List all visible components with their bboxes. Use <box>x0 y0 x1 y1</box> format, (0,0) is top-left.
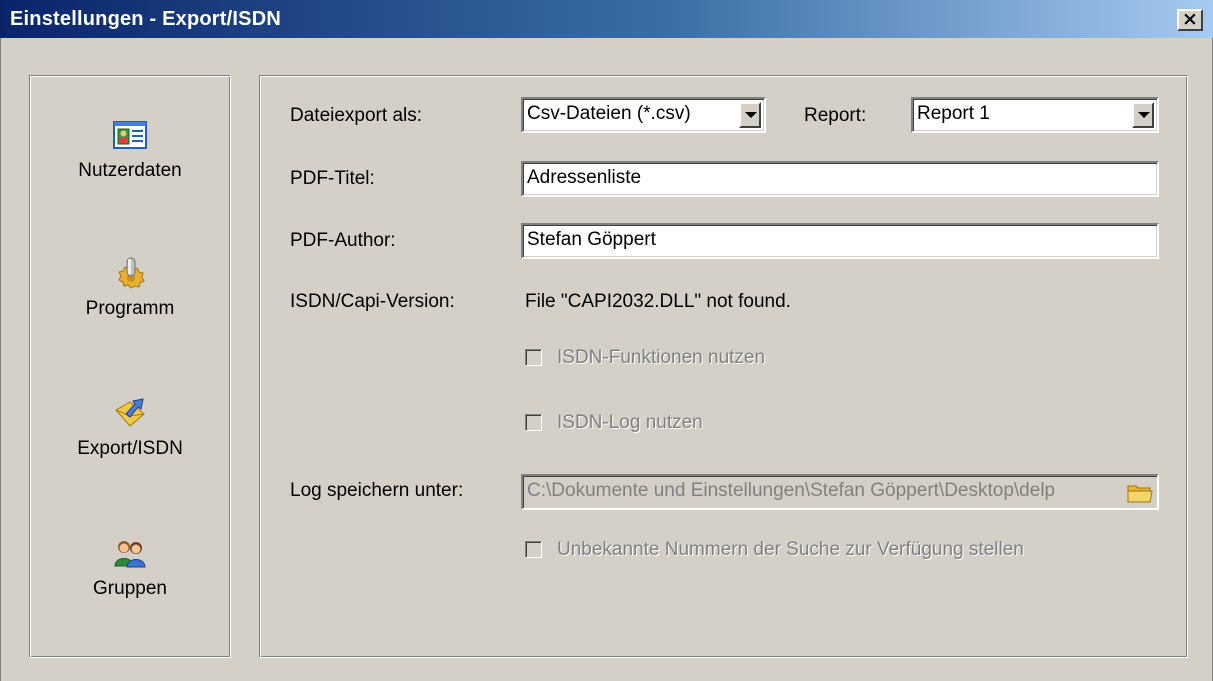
isdn-functions-label: ISDN-Funktionen nutzen <box>557 347 766 368</box>
log-path-label: Log speichern unter: <box>290 480 464 501</box>
isdn-log-checkbox[interactable] <box>525 414 542 431</box>
close-icon: × <box>1182 8 1198 30</box>
id-card-icon <box>113 121 147 149</box>
report-value: Report 1 <box>917 103 990 124</box>
nav-item-gruppen[interactable]: Gruppen <box>30 536 230 600</box>
export-format-select[interactable]: Csv-Dateien (*.csv) <box>521 97 766 133</box>
pdf-title-input[interactable]: Adressenliste <box>521 161 1159 197</box>
unknown-numbers-label: Unbekannte Nummern der Suche zur Verfügu… <box>557 539 1024 560</box>
group-icon <box>114 541 146 568</box>
pdf-title-label: PDF-Titel: <box>290 168 375 189</box>
pdf-author-value: Stefan Göppert <box>527 229 656 250</box>
nav-panel: Nutzerdaten Programm Export/ISDN Gruppen <box>29 75 231 658</box>
log-path-value: C:\Dokumente und Einstellungen\Stefan Gö… <box>527 480 1056 501</box>
pdf-title-value: Adressenliste <box>527 167 642 188</box>
export-icon <box>115 398 145 427</box>
close-button[interactable]: × <box>1177 9 1203 31</box>
nav-item-label: Programm <box>85 298 175 319</box>
pdf-author-label: PDF-Author: <box>290 230 396 251</box>
isdn-version-label: ISDN/Capi-Version: <box>290 291 455 312</box>
gear-icon <box>118 257 145 289</box>
title-bar[interactable]: Einstellungen - Export/ISDN × <box>0 0 1213 38</box>
nav-item-nutzerdaten[interactable]: Nutzerdaten <box>30 118 230 182</box>
pdf-author-input[interactable]: Stefan Göppert <box>521 223 1159 259</box>
nav-item-programm[interactable]: Programm <box>30 256 230 320</box>
report-select[interactable]: Report 1 <box>911 97 1159 133</box>
window-title: Einstellungen - Export/ISDN <box>10 8 281 30</box>
isdn-log-label: ISDN-Log nutzen <box>557 412 703 433</box>
chevron-down-icon[interactable] <box>1132 102 1154 128</box>
browse-folder-button[interactable] <box>1125 478 1155 506</box>
nav-item-label: Export/ISDN <box>77 438 183 459</box>
export-format-value: Csv-Dateien (*.csv) <box>527 103 691 124</box>
nav-item-export-isdn[interactable]: Export/ISDN <box>30 396 230 460</box>
export-format-label: Dateiexport als: <box>290 105 423 126</box>
isdn-functions-checkbox[interactable] <box>525 349 542 366</box>
unknown-numbers-checkbox[interactable] <box>525 541 542 558</box>
nav-item-label: Nutzerdaten <box>78 160 182 181</box>
nav-item-label: Gruppen <box>93 578 167 599</box>
report-label: Report: <box>804 105 867 126</box>
isdn-version-value: File "CAPI2032.DLL" not found. <box>525 291 791 312</box>
chevron-down-icon[interactable] <box>739 102 761 128</box>
folder-icon <box>1127 485 1153 503</box>
log-path-input[interactable]: C:\Dokumente und Einstellungen\Stefan Gö… <box>521 474 1159 510</box>
